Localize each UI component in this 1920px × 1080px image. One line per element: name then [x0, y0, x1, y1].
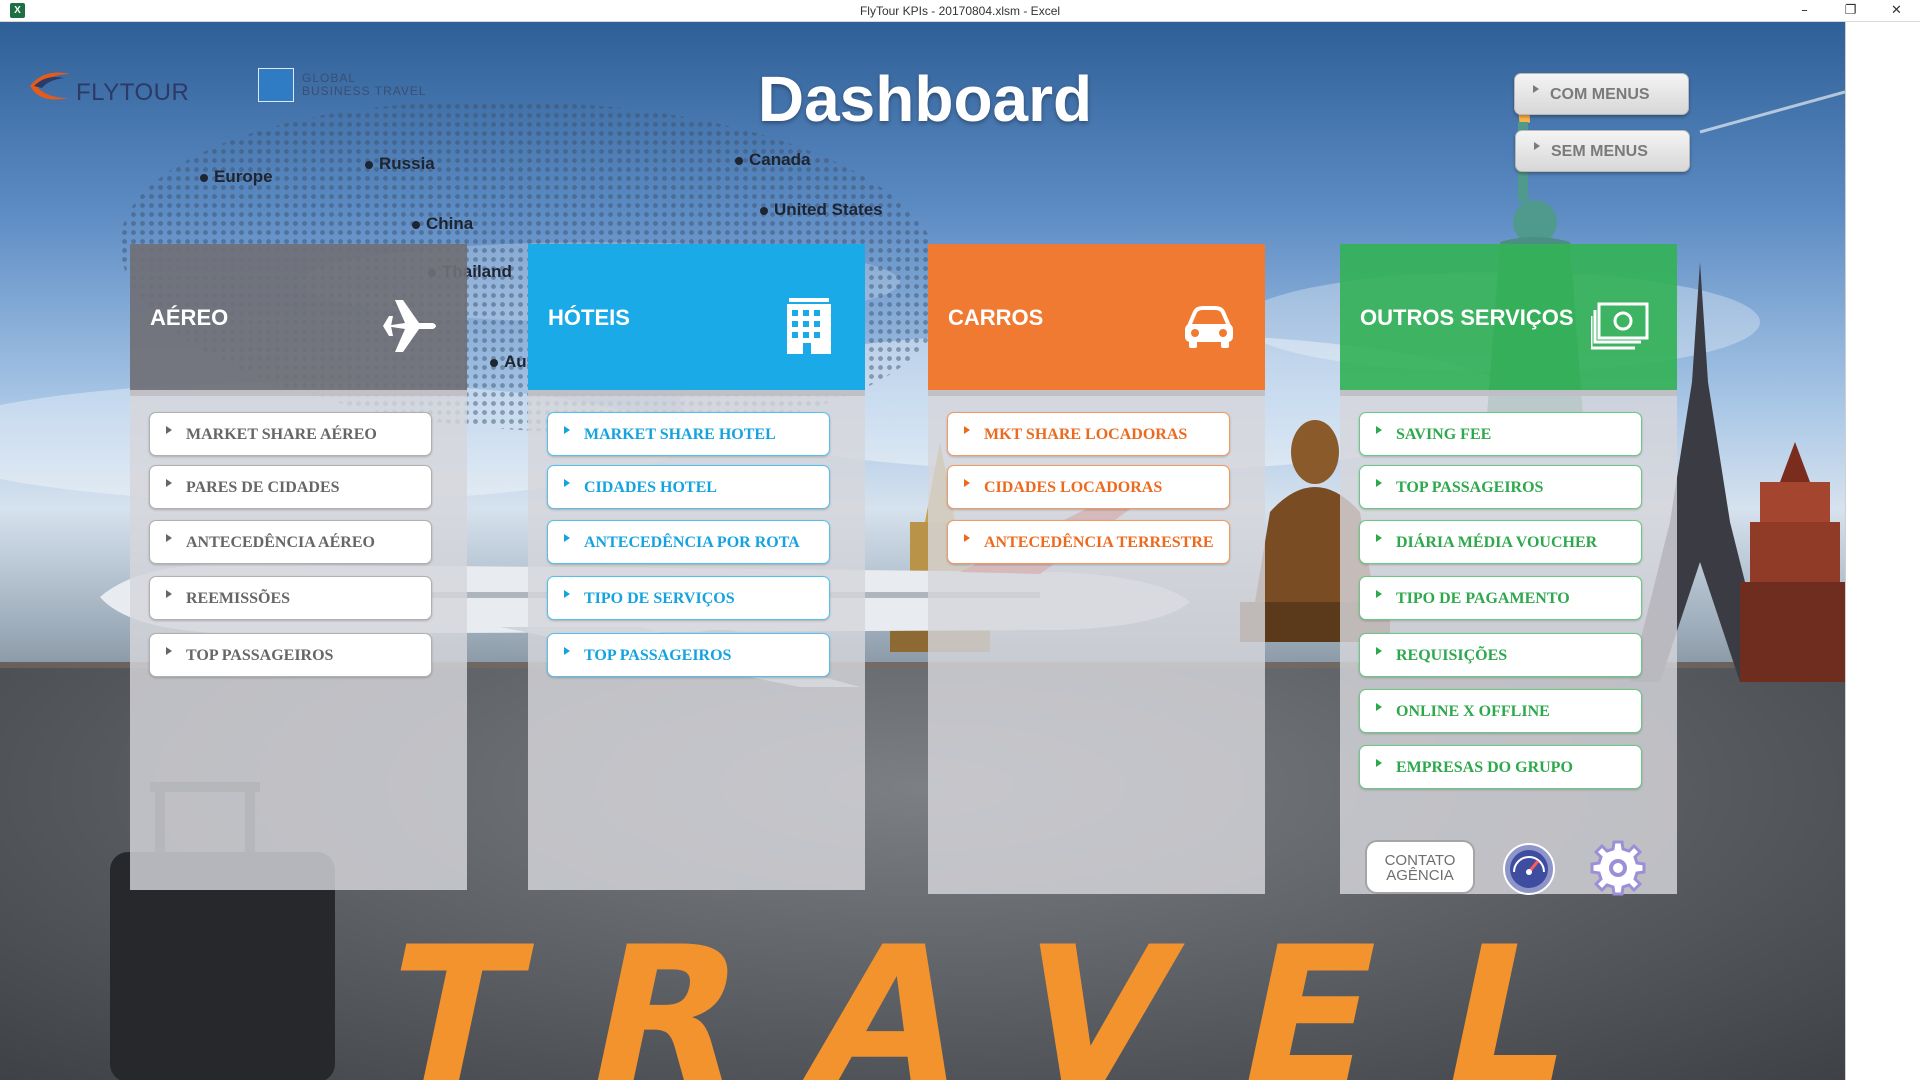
menu-market-share-hotel[interactable]: MARKET SHARE HOTEL	[547, 412, 830, 456]
speedometer-icon[interactable]	[1502, 842, 1556, 896]
triangle-icon	[166, 647, 172, 655]
panel-title-hoteis: HÓTEIS	[548, 305, 630, 330]
menu-diaria-media-voucher[interactable]: DIÁRIA MÉDIA VOUCHER	[1359, 520, 1642, 564]
triangle-icon	[1376, 426, 1382, 434]
triangle-icon	[166, 534, 172, 542]
menu-antecedencia-aereo[interactable]: ANTECEDÊNCIA AÉREO	[149, 520, 432, 564]
travel-text: TRAVEL	[370, 922, 1593, 1080]
sem-menus-button[interactable]: SEM MENUS	[1515, 130, 1690, 172]
panel-header-hoteis: HÓTEIS	[528, 244, 865, 390]
window-titlebar: X FlyTour KPIs - 20170804.xlsm - Excel –…	[0, 0, 1920, 22]
menu-empresas-do-grupo[interactable]: EMPRESAS DO GRUPO	[1359, 745, 1642, 789]
map-label-russia: Russia	[365, 154, 435, 174]
menu-top-passageiros-outros[interactable]: TOP PASSAGEIROS	[1359, 465, 1642, 509]
menu-antecedencia-por-rota[interactable]: ANTECEDÊNCIA POR ROTA	[547, 520, 830, 564]
menu-antecedencia-terrestre[interactable]: ANTECEDÊNCIA TERRESTRE	[947, 520, 1230, 564]
triangle-icon	[166, 590, 172, 598]
menu-tipo-de-pagamento[interactable]: TIPO DE PAGAMENTO	[1359, 576, 1642, 620]
triangle-icon	[564, 426, 570, 434]
triangle-icon	[166, 426, 172, 434]
triangle-icon	[1376, 534, 1382, 542]
minimize-button[interactable]: –	[1782, 0, 1827, 22]
panel-carros: CARROS MKT SHARE LOCADORAS CIDADES LOCAD…	[928, 244, 1265, 894]
triangle-icon	[1376, 647, 1382, 655]
panel-title-outros: OUTROS SERVIÇOS	[1360, 305, 1574, 330]
triangle-icon	[964, 479, 970, 487]
menu-top-passageiros-hotel[interactable]: TOP PASSAGEIROS	[547, 633, 830, 677]
amex-text: GLOBAL BUSINESS TRAVEL	[302, 71, 427, 98]
triangle-icon	[166, 479, 172, 487]
menu-mkt-share-locadoras[interactable]: MKT SHARE LOCADORAS	[947, 412, 1230, 456]
triangle-icon	[964, 426, 970, 434]
triangle-icon	[564, 647, 570, 655]
menu-cidades-hotel[interactable]: CIDADES HOTEL	[547, 465, 830, 509]
airplane-icon	[383, 300, 436, 352]
triangle-icon	[564, 590, 570, 598]
panel-outros-servicos: OUTROS SERVIÇOS SAVING FEE TOP PASSAGEIR…	[1340, 244, 1677, 896]
triangle-icon	[564, 479, 570, 487]
triangle-icon	[1376, 703, 1382, 711]
menu-top-passageiros-aereo[interactable]: TOP PASSAGEIROS	[149, 633, 432, 677]
restore-button[interactable]: ❐	[1828, 0, 1873, 22]
menu-tipo-de-servicos[interactable]: TIPO DE SERVIÇOS	[547, 576, 830, 620]
triangle-icon	[1533, 85, 1539, 93]
menu-reemissoes[interactable]: REEMISSÕES	[149, 576, 432, 620]
travel-runway-lettering: TRAVEL	[370, 922, 1593, 1080]
com-menus-button[interactable]: COM MENUS	[1514, 73, 1689, 115]
map-label-canada: Canada	[735, 150, 810, 170]
menu-cidades-locadoras[interactable]: CIDADES LOCADORAS	[947, 465, 1230, 509]
window-title: FlyTour KPIs - 20170804.xlsm - Excel	[859, 4, 1061, 18]
triangle-icon	[964, 534, 970, 542]
panel-hoteis: HÓTEIS MARKET SHARE HOTEL CIDADES HOTEL …	[528, 244, 865, 890]
gear-icon[interactable]	[1590, 840, 1646, 896]
panel-body-carros: MKT SHARE LOCADORAS CIDADES LOCADORAS AN…	[928, 390, 1265, 894]
map-label-china: China	[412, 214, 473, 234]
hotel-building-icon	[787, 298, 831, 354]
panel-body-aereo: MARKET SHARE AÉREO PARES DE CIDADES ANTE…	[130, 390, 467, 890]
car-icon	[1185, 306, 1233, 348]
panel-title-aereo: AÉREO	[150, 305, 229, 330]
panel-header-aereo: AÉREO	[130, 244, 467, 390]
triangle-icon	[1534, 142, 1540, 150]
panel-aereo: AÉREO MARKET SHARE AÉREO PARES DE CIDADE…	[130, 244, 467, 890]
panel-body-hoteis: MARKET SHARE HOTEL CIDADES HOTEL ANTECED…	[528, 390, 865, 890]
close-button[interactable]: ✕	[1874, 0, 1919, 22]
amex-box-icon	[258, 68, 294, 102]
menu-saving-fee[interactable]: SAVING FEE	[1359, 412, 1642, 456]
panel-header-carros: CARROS	[928, 244, 1265, 390]
dashboard-canvas: Europe Russia China Thailand Australia C…	[0, 22, 1845, 1080]
money-bills-icon	[1591, 302, 1649, 350]
flytour-swoosh-icon	[30, 72, 70, 100]
flytour-brand: FLYTOUR	[76, 79, 190, 106]
page-title: Dashboard	[757, 63, 1093, 135]
pagoda-illustration	[1740, 442, 1845, 682]
triangle-icon	[1376, 590, 1382, 598]
triangle-icon	[1376, 759, 1382, 767]
panel-title-carros: CARROS	[948, 305, 1044, 330]
map-label-united-states: United States	[760, 200, 883, 220]
panel-body-outros: SAVING FEE TOP PASSAGEIROS DIÁRIA MÉDIA …	[1340, 390, 1677, 896]
contato-agencia-button[interactable]: CONTATO AGÊNCIA	[1365, 840, 1475, 894]
panel-header-outros: OUTROS SERVIÇOS	[1340, 244, 1677, 390]
sheet-margin	[1845, 22, 1920, 1080]
triangle-icon	[1376, 479, 1382, 487]
flytour-logo: FLYTOUR	[28, 66, 228, 106]
menu-requisicoes[interactable]: REQUISIÇÕES	[1359, 633, 1642, 677]
triangle-icon	[564, 534, 570, 542]
menu-online-x-offline[interactable]: ONLINE X OFFLINE	[1359, 689, 1642, 733]
amex-gbt-logo: GLOBAL BUSINESS TRAVEL	[258, 68, 438, 104]
menu-pares-de-cidades[interactable]: PARES DE CIDADES	[149, 465, 432, 509]
map-label-europe: Europe	[200, 167, 273, 187]
menu-market-share-aereo[interactable]: MARKET SHARE AÉREO	[149, 412, 432, 456]
